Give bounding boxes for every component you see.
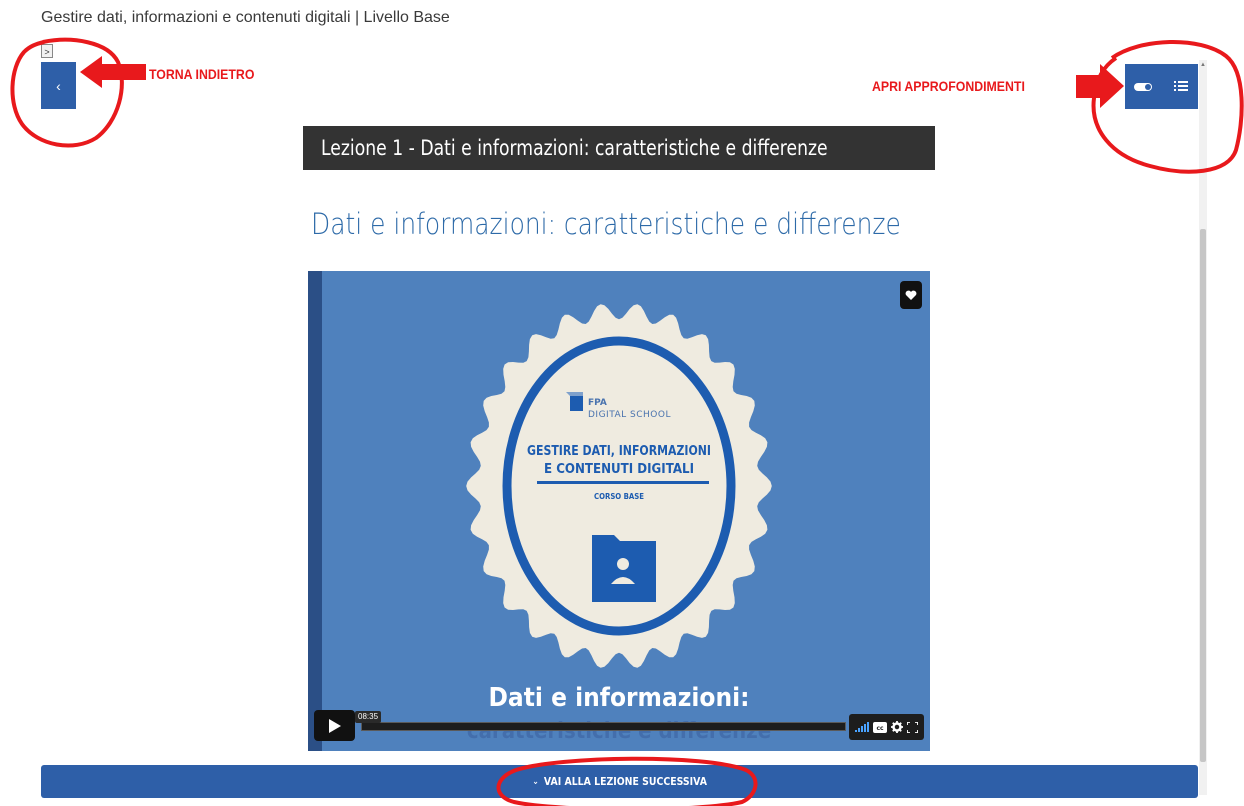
captions-icon[interactable]: cc	[873, 721, 887, 733]
fullscreen-icon[interactable]	[907, 721, 918, 733]
favorite-button[interactable]	[900, 281, 922, 309]
lesson-title: Lezione 1 - Dati e informazioni: caratte…	[321, 136, 828, 160]
next-lesson-label: VAI ALLA LEZIONE SUCCESSIVA	[543, 775, 707, 788]
chevron-down-icon: ⌄	[532, 776, 539, 787]
scroll-up-arrow[interactable]: ▲	[1199, 62, 1207, 68]
course-title: Gestire dati, informazioni e contenuti d…	[41, 9, 450, 26]
back-button[interactable]: ‹	[41, 62, 76, 109]
heart-icon	[905, 290, 917, 300]
open-resources-panel[interactable]	[1125, 64, 1198, 109]
volume-icon[interactable]	[855, 722, 869, 732]
video-caption-line1: Dati e informazioni:	[488, 683, 750, 713]
annotation-arrow-back	[80, 56, 146, 88]
next-lesson-button[interactable]: ⌄ VAI ALLA LEZIONE SUCCESSIVA	[41, 765, 1198, 798]
badge-title-line1: GESTIRE DATI, INFORMAZIONI	[527, 444, 711, 459]
brand-top: FPA	[588, 398, 607, 408]
play-icon	[328, 718, 341, 733]
annotation-back-label: TORNA INDIETRO	[149, 66, 255, 82]
video-progress-bar[interactable]	[361, 722, 846, 731]
video-player[interactable]: FPA DIGITAL SCHOOL GESTIRE DATI, INFORMA…	[308, 271, 930, 751]
chevron-left-icon: ‹	[56, 77, 61, 94]
settings-icon[interactable]	[891, 721, 903, 733]
play-button[interactable]	[314, 710, 355, 741]
badge-subtitle: CORSO BASE	[594, 492, 644, 501]
annotation-open-label: APRI APPROFONDIMENTI	[872, 78, 1025, 94]
list-icon[interactable]	[1174, 79, 1188, 93]
brand-bottom: DIGITAL SCHOOL	[588, 410, 671, 420]
badge-title-line2: E CONTENUTI DIGITALI	[544, 462, 694, 477]
page-heading: Dati e informazioni: caratteristiche e d…	[311, 207, 901, 241]
badge-scalloped-edge	[466, 304, 772, 668]
annotation-arrow-open	[1076, 64, 1124, 108]
time-tooltip: 08:35	[355, 711, 382, 723]
scrollbar-thumb[interactable]	[1200, 229, 1206, 762]
collapse-toggle[interactable]: >	[41, 44, 53, 58]
folder-user-icon	[592, 535, 656, 602]
video-controls-right: cc	[849, 714, 924, 740]
toggle-icon[interactable]	[1134, 83, 1152, 91]
svg-text:cc: cc	[876, 725, 884, 732]
course-badge: FPA DIGITAL SCHOOL GESTIRE DATI, INFORMA…	[466, 304, 772, 668]
lesson-section-header[interactable]: Lezione 1 - Dati e informazioni: caratte…	[303, 126, 935, 170]
